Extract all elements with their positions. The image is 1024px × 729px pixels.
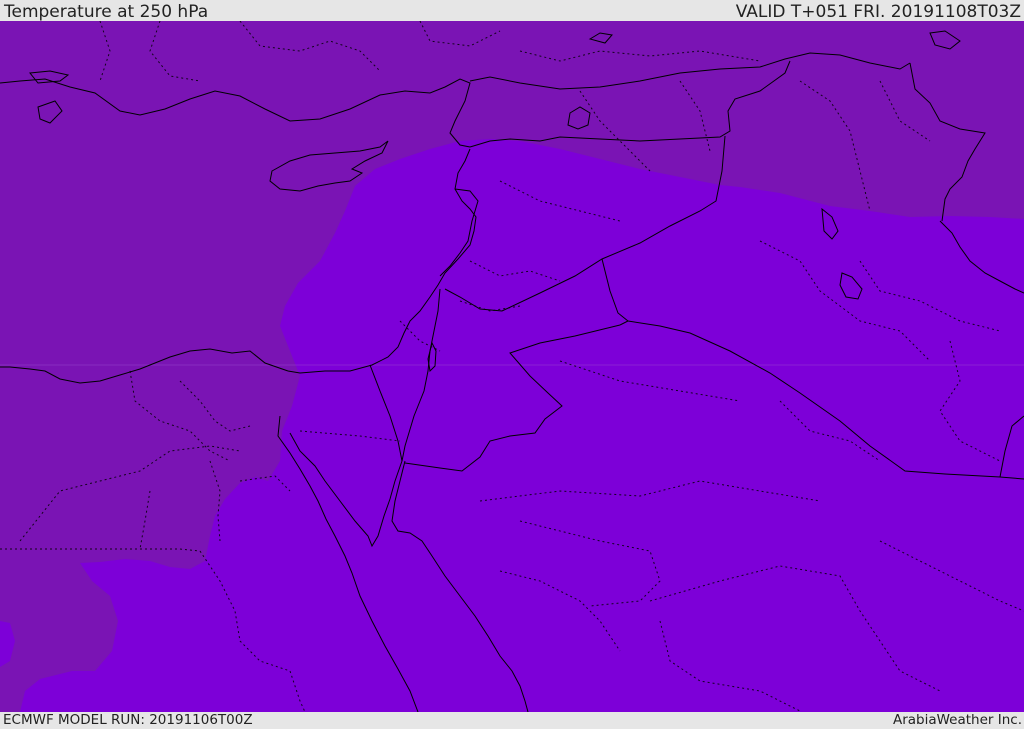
header-bar: Temperature at 250 hPa VALID T+051 FRI. … (0, 0, 1024, 22)
footer-bar: ECMWF MODEL RUN: 20191106T00Z ArabiaWeat… (0, 712, 1024, 729)
model-run-label: ECMWF MODEL RUN: 20191106T00Z (3, 712, 253, 728)
credit-label: ArabiaWeather Inc. (892, 712, 1022, 728)
map-title: Temperature at 250 hPa (4, 2, 209, 22)
valid-time-label: VALID T+051 FRI. 20191108T03Z (735, 2, 1021, 22)
temperature-map (0, 21, 1024, 712)
